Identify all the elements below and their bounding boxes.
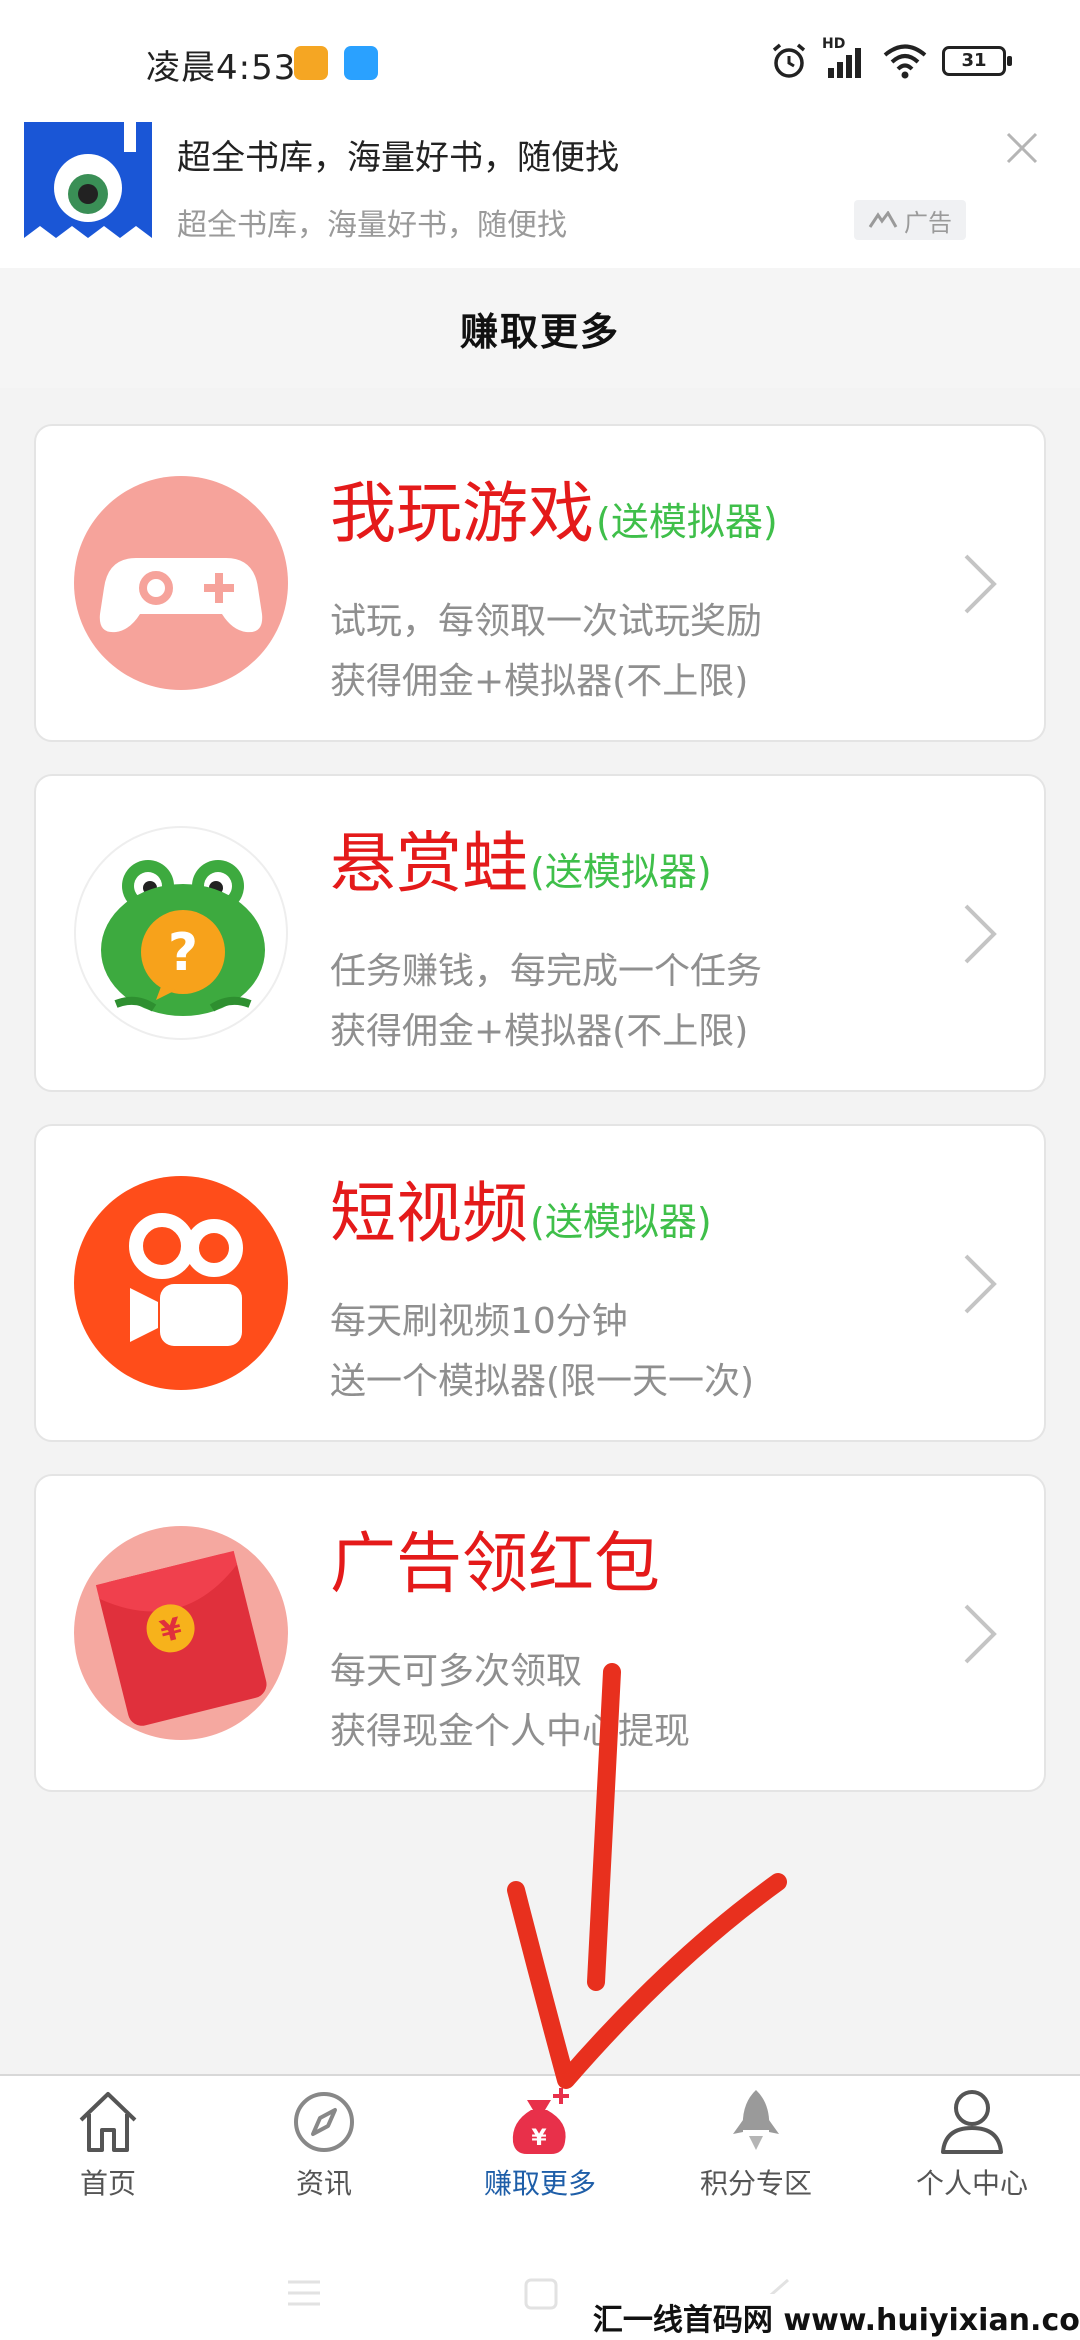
video-camera-icon: [74, 1176, 288, 1390]
watermark: 汇一线首码网 www.huiyixian.com: [593, 2294, 1080, 2340]
nav-item-home[interactable]: 首页: [0, 2086, 216, 2236]
ad-banner[interactable]: 超全书库，海量好书，随便找 超全书库，海量好书，随便找 广告: [0, 120, 1080, 268]
gamepad-icon: [74, 476, 288, 690]
menu-icon[interactable]: [286, 2278, 322, 2308]
card-description: 送一个模拟器(限一天一次): [330, 1361, 755, 1402]
card-description: 每天可多次领取: [330, 1651, 583, 1692]
card-description: 获得佣金+模拟器(不上限): [330, 1011, 749, 1052]
compass-icon: [294, 2092, 354, 2152]
chevron-right-icon: [964, 1604, 997, 1664]
nav-label: 资讯: [295, 2167, 352, 2200]
signal-icon: HD: [822, 36, 868, 80]
card-tag: (送模拟器): [530, 850, 712, 894]
ad-badge-label: 广告: [904, 208, 952, 237]
card-play-games[interactable]: 我玩游戏 (送模拟器) 试玩，每领取一次试玩奖励 获得佣金+模拟器(不上限): [34, 424, 1046, 742]
message-notification-icon: [294, 46, 328, 80]
cloud-notification-icon: [344, 46, 378, 80]
user-icon: [941, 2090, 1003, 2154]
alarm-icon: [772, 43, 806, 78]
page-header: 赚取更多: [0, 268, 1080, 388]
ad-subtitle: 超全书库，海量好书，随便找: [177, 208, 567, 243]
card-title: 悬赏蛙: [330, 825, 528, 902]
card-title: 我玩游戏: [330, 475, 594, 552]
svg-text:?: ?: [168, 923, 198, 983]
status-bar: 凌晨4:53 HD 31: [0, 0, 1080, 120]
nav-label: 首页: [79, 2167, 136, 2200]
card-title: 短视频: [330, 1175, 528, 1252]
card-title: 广告领红包: [330, 1525, 660, 1602]
frog-icon: ?: [74, 826, 288, 1040]
ad-badge: 广告: [854, 200, 966, 240]
chevron-right-icon: [964, 904, 997, 964]
close-icon[interactable]: [994, 120, 1050, 176]
card-tag: (送模拟器): [530, 1200, 712, 1244]
home-icon: [79, 2092, 137, 2152]
card-description: 获得佣金+模拟器(不上限): [330, 661, 749, 702]
card-short-video[interactable]: 短视频 (送模拟器) 每天刷视频10分钟 送一个模拟器(限一天一次): [34, 1124, 1046, 1442]
card-description: 获得现金个人中心提现: [330, 1711, 691, 1752]
nav-item-points[interactable]: 积分专区: [648, 2086, 864, 2236]
home-button-icon[interactable]: [524, 2278, 558, 2310]
card-ad-red-envelope[interactable]: ¥ 广告领红包 每天可多次领取 获得现金个人中心提现: [34, 1474, 1046, 1792]
rocket-icon: [733, 2090, 779, 2150]
red-envelope-icon: ¥: [74, 1526, 288, 1740]
page-title: 赚取更多: [459, 309, 620, 354]
status-time: 凌晨4:53: [146, 48, 297, 88]
card-bounty-frog[interactable]: ? 悬赏蛙 (送模拟器) 任务赚钱，每完成一个任务 获得佣金+模拟器(不上限): [34, 774, 1046, 1092]
card-tag: (送模拟器): [596, 500, 778, 544]
battery-indicator: 31: [942, 46, 1012, 76]
nav-item-earn-more[interactable]: ¥ 赚取更多: [432, 2086, 648, 2236]
card-description: 任务赚钱，每完成一个任务: [330, 951, 763, 992]
bottom-nav: 首页 资讯 ¥ 赚取更多 积分专区 个人中心: [0, 2074, 1080, 2240]
money-bag-icon: ¥: [512, 2088, 569, 2154]
nav-label: 个人中心: [915, 2167, 1028, 2200]
ad-title: 超全书库，海量好书，随便找: [177, 138, 619, 178]
ad-network-logo-icon: [868, 211, 898, 228]
card-title-row: 短视频 (送模拟器): [330, 1174, 712, 1254]
chevron-right-icon: [964, 1254, 997, 1314]
status-icons: HD 31: [770, 36, 1012, 80]
card-title-row: 我玩游戏 (送模拟器): [330, 474, 778, 554]
nav-item-profile[interactable]: 个人中心: [864, 2086, 1080, 2236]
chevron-right-icon: [964, 554, 997, 614]
book-app-logo-icon: [24, 122, 152, 238]
svg-text:¥: ¥: [531, 2126, 547, 2151]
card-description: 试玩，每领取一次试玩奖励: [330, 601, 763, 642]
card-title-row: 广告领红包: [330, 1524, 662, 1604]
card-description: 每天刷视频10分钟: [330, 1301, 628, 1342]
card-title-row: 悬赏蛙 (送模拟器): [330, 824, 712, 904]
nav-item-news[interactable]: 资讯: [216, 2086, 432, 2236]
nav-label: 赚取更多: [483, 2167, 596, 2200]
wifi-icon: [883, 44, 927, 79]
nav-label: 积分专区: [699, 2167, 812, 2200]
